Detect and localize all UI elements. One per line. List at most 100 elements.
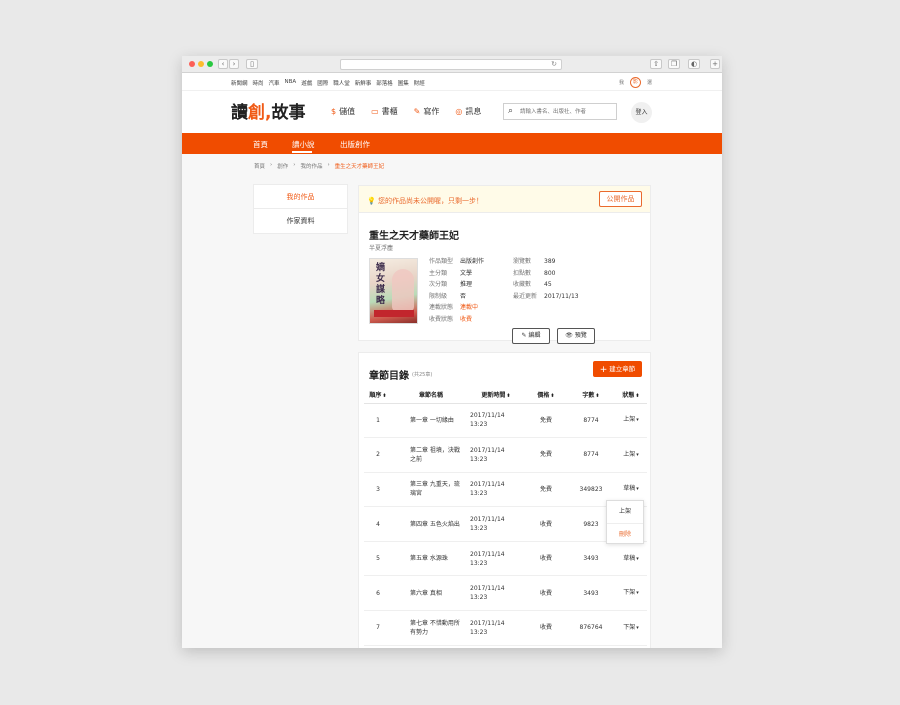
book-cover-image: 嫡女謀略 (369, 258, 418, 324)
chapter-status[interactable]: 下架▾ (615, 575, 647, 612)
nav-publish[interactable]: 出版創作 (340, 139, 370, 150)
chapter-words: 3493 (567, 541, 615, 577)
back-icon[interactable]: ‹ (218, 59, 228, 69)
site-header: 讀創,故事 $儲值 ▭書櫃 ✎寫作 ◎訊息 ⌕ 登入 (182, 92, 722, 133)
topnav-link[interactable]: NBA (285, 79, 297, 87)
chapter-status[interactable]: 上架▾ (615, 437, 647, 473)
meta-value: 推理 (460, 281, 473, 288)
chapter-status[interactable]: 下架▾ (615, 610, 647, 646)
chevron-down-icon: ▾ (636, 624, 639, 631)
chapter-order: 3 (364, 472, 392, 508)
table-row[interactable]: 3 第三章 九重天，琉璃宮 2017/11/14 13:23 免費 349823 草稿▾ (364, 472, 647, 508)
maximize-window-button[interactable] (207, 61, 213, 67)
topnav-right-item[interactable]: 選 (647, 79, 652, 86)
chapter-updated: 2017/11/14 13:23 (467, 610, 525, 646)
topnav-link[interactable]: 汽車 (269, 79, 280, 87)
meta-value: 出版創作 (460, 258, 485, 265)
sidebar-toggle-icon[interactable]: ▯ (246, 59, 258, 69)
dropdown-option-publish[interactable]: 上架 (607, 501, 643, 523)
meta-row: 次分類 推理 (429, 279, 484, 291)
nav-read-novel[interactable]: 讀小說 (292, 139, 315, 150)
chapter-updated: 2017/11/14 13:23 (467, 506, 525, 542)
preview-button[interactable]: 👁 預覽 (557, 328, 595, 344)
chapter-status[interactable]: 上架▾ (615, 403, 647, 439)
topnav-link[interactable]: 新鮮事 (355, 79, 372, 87)
sidebar-item-author-profile[interactable]: 作家資料 (254, 209, 347, 233)
column-header-status[interactable]: 狀態⬍ (615, 387, 647, 404)
topnav-link[interactable]: 時尚 (253, 79, 264, 87)
topnav-link[interactable]: 遊戲 (301, 79, 312, 87)
work-meta-left: 作品類型 出版創作 主分類 文學 次分類 推理 限制級 否連載狀態 連載中 收費狀態 收費 (429, 256, 484, 325)
header-nav-item[interactable]: ◎ 訊息 (455, 106, 481, 117)
chapter-name: 第一章 一切緣由 (392, 403, 467, 439)
topnav-link[interactable]: 職人堂 (333, 79, 350, 87)
meta-row: 最近更新 2017/11/13 (513, 291, 579, 303)
table-row[interactable]: 4 第四章 五色火焰出 2017/11/14 13:23 收費 9823 (364, 506, 647, 542)
chapter-price: 收費 (525, 506, 567, 542)
meta-value: 連載中 (460, 304, 479, 311)
chapter-status[interactable]: 草稿▾ (615, 541, 647, 577)
header-nav-item[interactable]: ✎ 寫作 (414, 106, 440, 117)
topnav-link[interactable]: 國際 (317, 79, 328, 87)
extension-icon[interactable]: ◐ (688, 59, 700, 69)
meta-value: 2017/11/13 (544, 292, 579, 300)
column-header-updated[interactable]: 更新時間⬍ (467, 387, 525, 404)
topnav-link[interactable]: 財經 (414, 79, 425, 87)
login-button[interactable]: 登入 (631, 102, 652, 123)
column-header-order[interactable]: 順序⬍ (364, 387, 392, 404)
topnav-link[interactable]: 部落格 (376, 79, 393, 87)
topnav-link[interactable]: 圖集 (398, 79, 409, 87)
edit-button[interactable]: ✎ 編輯 (512, 328, 550, 344)
topnav-right-item[interactable]: 我 (619, 79, 624, 86)
header-nav-item[interactable]: ▭ 書櫃 (371, 106, 398, 117)
sidebar-item-my-works[interactable]: 我的作品 (254, 185, 347, 209)
breadcrumb-item[interactable]: 我的作品 (300, 162, 322, 170)
meta-row: 限制級 否 (429, 291, 484, 303)
meta-row: 收藏數 45 (513, 279, 579, 291)
tabs-icon[interactable]: ❐ (668, 59, 680, 69)
new-tab-icon[interactable]: + (710, 59, 720, 69)
column-header-words[interactable]: 字數⬍ (567, 387, 615, 404)
close-window-button[interactable] (189, 61, 195, 67)
dropdown-option-delete[interactable]: 刪除 (607, 523, 643, 545)
new-chapter-button[interactable]: + 建立章節 (593, 361, 642, 377)
meta-value: 文學 (460, 269, 473, 277)
breadcrumb-item[interactable]: 創作 (277, 162, 288, 170)
search-icon[interactable]: ⌕ (508, 106, 513, 116)
nav-home[interactable]: 首頁 (253, 139, 268, 150)
table-row[interactable]: 2 第二章 祖墳，決戰之前 2017/11/14 13:23 免費 8774 上架▾ (364, 437, 647, 473)
search-input[interactable] (520, 106, 614, 117)
meta-value: 否 (460, 292, 467, 300)
publish-work-button[interactable]: 公開作品 (599, 191, 642, 207)
share-icon[interactable]: ⇧ (650, 59, 662, 69)
minimize-window-button[interactable] (198, 61, 204, 67)
table-row[interactable]: 7 第七章 不惜動用所有勢力 2017/11/14 13:23 收費 876764 下架▾ (364, 610, 647, 646)
chapter-name: 第七章 不惜動用所有勢力 (392, 610, 467, 646)
site-logo[interactable]: 讀創,故事 (231, 98, 305, 123)
topnav-link[interactable]: 新聞網 (231, 79, 248, 87)
reload-icon[interactable]: ↻ (551, 60, 557, 69)
meta-row: 連載狀態 連載中 (429, 302, 484, 314)
topnav-right-item[interactable]: 影 (629, 77, 641, 88)
sort-icon: ⬍ (382, 393, 387, 400)
chapter-words: 3493 (567, 575, 615, 612)
browser-window: ‹ › ▯ ↻ ⇧ ❐ ◐ + 新聞網 時尚 汽車 NBA 遊戲 國際 職人堂 新鮮事 部落格圖… (182, 56, 722, 648)
address-bar[interactable]: ↻ (340, 59, 562, 70)
breadcrumb-item[interactable]: 首頁 (254, 162, 265, 170)
table-row[interactable]: 5 第五章 水源珠 2017/11/14 13:23 收費 3493 草稿▾ (364, 541, 647, 577)
meta-row: 主分類 文學 (429, 268, 484, 280)
chevron-down-icon: ▾ (636, 451, 639, 458)
forward-icon[interactable]: › (229, 59, 239, 69)
column-header-name: 章節名稱 (392, 387, 467, 404)
meta-key: 限制級 (429, 292, 448, 300)
header-nav-item[interactable]: $ 儲值 (331, 106, 355, 117)
column-header-price[interactable]: 價格⬍ (525, 387, 567, 404)
table-row[interactable]: 6 第六章 真相 2017/11/14 13:23 收費 3493 下架▾ (364, 575, 647, 612)
chapter-updated: 2017/11/14 13:23 (467, 437, 525, 473)
chapter-price: 收費 (525, 541, 567, 577)
nav-active-indicator (292, 151, 312, 153)
chapter-name: 第三章 九重天，琉璃宮 (392, 472, 467, 508)
work-title: 重生之天才藥師王妃 (369, 231, 459, 242)
table-row[interactable]: 1 第一章 一切緣由 2017/11/14 13:23 免費 8774 上架▾ (364, 403, 647, 439)
chapter-updated: 2017/11/14 13:23 (467, 472, 525, 508)
